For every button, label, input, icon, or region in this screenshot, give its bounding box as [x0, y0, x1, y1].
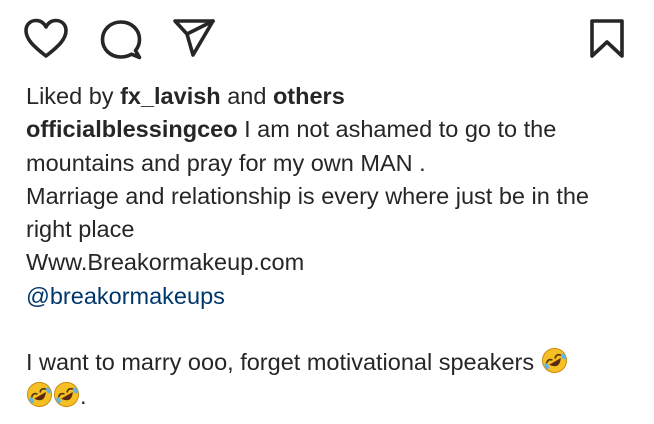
paper-plane-icon[interactable] — [172, 18, 216, 58]
likes-prefix: Liked by — [26, 83, 114, 109]
caption-mention-link[interactable]: @breakormakeups — [26, 280, 636, 313]
caption-line-4: right place — [26, 216, 135, 243]
rofl-emoji-icon — [53, 381, 80, 408]
bookmark-icon[interactable] — [588, 18, 626, 60]
rofl-emoji-icon — [26, 381, 53, 408]
caption-username[interactable]: officialblessingceo — [26, 116, 238, 142]
caption-text-6-end: . — [80, 382, 87, 409]
caption-text-5: I want to marry ooo, forget motivational… — [26, 349, 535, 376]
likes-summary: Liked by fx_lavish and others — [26, 80, 636, 113]
likes-middle: and — [227, 83, 267, 109]
post-details: Liked by fx_lavish and others officialbl… — [26, 80, 636, 413]
caption-website: Www.Breakormakeup.com — [26, 249, 305, 276]
comment-bubble-icon[interactable] — [99, 19, 143, 61]
likes-others-link[interactable]: others — [273, 83, 345, 109]
caption-line-1: officialblessingceo I am not ashamed to … — [26, 113, 636, 146]
caption-line-6: . — [26, 380, 636, 413]
caption-line-5: I want to marry ooo, forget motivational… — [26, 346, 636, 379]
post-actions-bar — [0, 0, 654, 70]
rofl-emoji-icon — [541, 347, 568, 374]
caption-text-1: I am not ashamed to go to the — [244, 116, 557, 143]
caption-line-2: mountains and pray for my own MAN . — [26, 149, 426, 176]
liker-username[interactable]: fx_lavish — [120, 83, 221, 109]
heart-outline-icon[interactable] — [23, 18, 69, 60]
caption-line-3: Marriage and relationship is every where… — [26, 182, 589, 209]
